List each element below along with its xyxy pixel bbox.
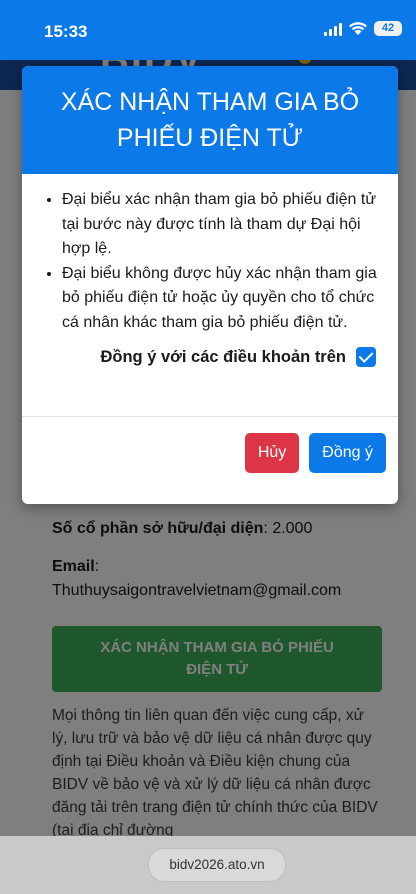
confirm-evoting-modal: XÁC NHẬN THAM GIA BỎ PHIẾU ĐIỆN TỬ Đại b… [22,66,398,504]
modal-body: Đại biểu xác nhận tham gia bỏ phiếu điện… [22,174,398,417]
status-bar: 15:33 42 [0,0,416,60]
terms-list: Đại biểu xác nhận tham gia bỏ phiếu điện… [42,188,378,335]
status-time: 15:33 [44,22,88,41]
agree-row[interactable]: Đồng ý với các điều khoản trên [42,347,378,367]
wifi-icon [349,21,367,35]
modal-title: XÁC NHẬN THAM GIA BỎ PHIẾU ĐIỆN TỬ [22,66,398,174]
cancel-button[interactable]: Hủy [244,433,300,473]
agree-checkbox[interactable] [356,347,376,367]
terms-item-1: Đại biểu xác nhận tham gia bỏ phiếu điện… [62,188,378,262]
status-icons: 42 [324,21,402,36]
agree-label[interactable]: Đồng ý với các điều khoản trên [100,348,346,367]
browser-bottom-bar: bidv2026.ato.vn [0,836,416,894]
signal-icon [324,22,342,36]
terms-item-2: Đại biểu không được hủy xác nhận tham gi… [62,262,378,336]
battery-icon: 42 [374,21,402,36]
modal-footer: Hủy Đồng ý [22,417,398,473]
agree-button[interactable]: Đồng ý [309,433,386,473]
url-field[interactable]: bidv2026.ato.vn [148,848,286,882]
